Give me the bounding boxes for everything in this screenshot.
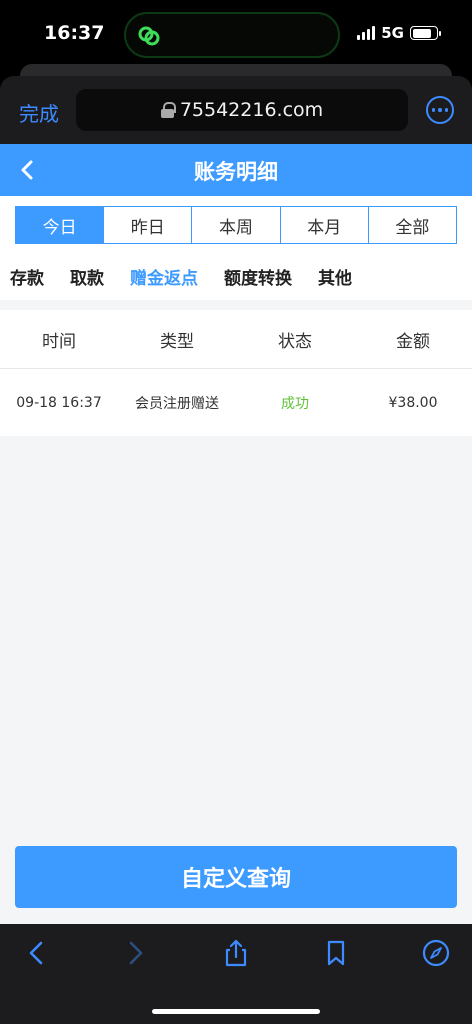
page-header: 账务明细 [0,144,472,196]
compass-icon[interactable] [421,938,451,968]
status-indicators: 5G [357,24,441,42]
column-header-time: 时间 [42,331,76,352]
column-header-status: 状态 [278,331,312,352]
type-tab-transfer[interactable]: 额度转换 [224,264,292,289]
row-status: 成功 [281,395,309,412]
records-table: 时间 类型 状态 金额 09-18 16:37 会员注册赠送 成功 ¥38.00 [0,310,472,436]
table-header-row: 时间 类型 状态 金额 [0,310,472,368]
home-indicator [152,1009,320,1014]
url-bar[interactable]: 75542216.com [76,89,408,131]
browser-toolbar [0,924,472,1024]
row-time: 09-18 16:37 [16,394,102,411]
forward-arrow-icon[interactable] [120,938,150,968]
page-content: 账务明细 今日 昨日 本周 本月 全部 存款 取款 赠金返点 额度转换 其他 时… [0,144,472,924]
period-tab-all[interactable]: 全部 [367,207,457,243]
share-icon[interactable] [221,938,251,968]
status-time: 16:37 [44,22,105,44]
column-header-amount: 金额 [396,331,430,352]
lock-icon [160,102,176,118]
network-label: 5G [381,24,404,42]
period-tab-today[interactable]: 今日 [16,207,104,243]
type-tab-deposit[interactable]: 存款 [10,264,44,289]
done-button[interactable]: 完成 [19,98,59,127]
row-amount: ¥38.00 [388,394,438,411]
type-tab-bonus-rebate[interactable]: 赠金返点 [130,264,198,289]
period-filter: 今日 昨日 本周 本月 全部 [0,196,472,252]
row-type: 会员注册赠送 [135,395,219,412]
page-title: 账务明细 [194,160,278,184]
url-text: 75542216.com [179,99,324,121]
back-arrow-icon[interactable] [22,938,52,968]
browser-top-bar: 完成 75542216.com [0,76,472,144]
table-row[interactable]: 09-18 16:37 会员注册赠送 成功 ¥38.00 [0,368,472,436]
signal-icon [357,26,376,40]
period-tabs: 今日 昨日 本周 本月 全部 [15,206,457,244]
period-tab-this-week[interactable]: 本周 [191,207,280,243]
dynamic-island [124,12,340,58]
period-tab-yesterday[interactable]: 昨日 [103,207,192,243]
link-app-icon [138,26,160,46]
type-tab-other[interactable]: 其他 [318,264,352,289]
column-header-type: 类型 [160,331,194,352]
bookmarks-icon[interactable] [321,938,351,968]
status-bar: 16:37 5G [0,0,472,68]
more-icon[interactable] [426,96,454,124]
type-tab-withdraw[interactable]: 取款 [70,264,104,289]
battery-icon [410,26,441,40]
custom-query-button[interactable]: 自定义查询 [15,846,457,908]
period-tab-this-month[interactable]: 本月 [279,207,368,243]
type-tabs: 存款 取款 赠金返点 额度转换 其他 [0,252,472,300]
